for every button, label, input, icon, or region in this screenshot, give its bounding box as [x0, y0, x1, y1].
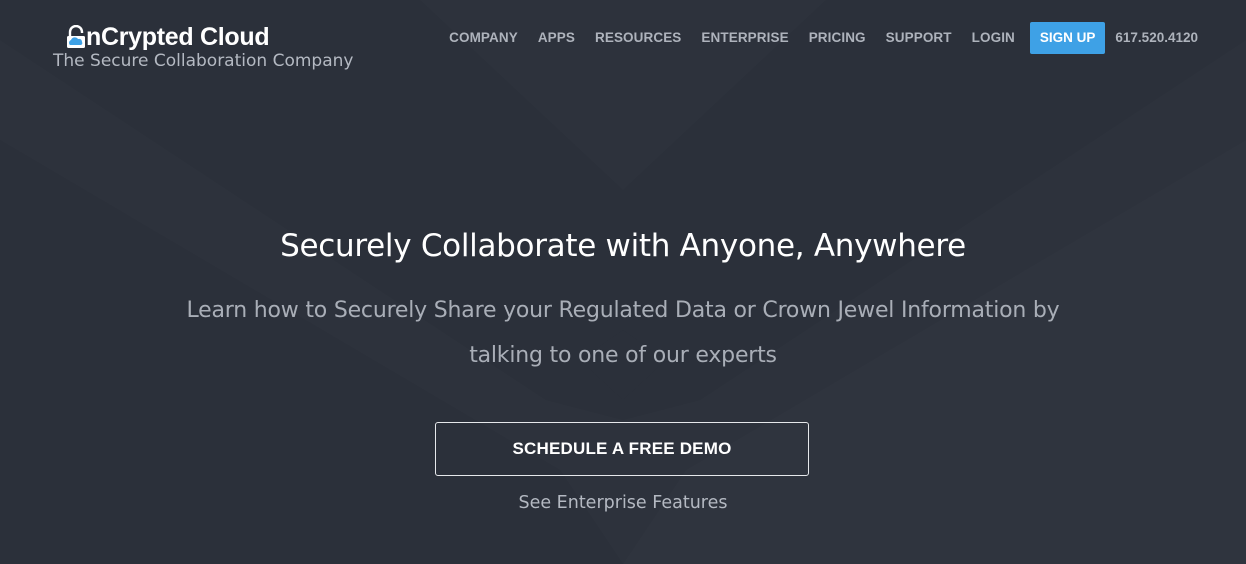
hero-title: Securely Collaborate with Anyone, Anywhe… — [280, 228, 966, 264]
cloud-lock-icon — [67, 25, 85, 48]
site-header: nCrypted Cloud The Secure Collaboration … — [0, 0, 1246, 90]
enterprise-features-link[interactable]: See Enterprise Features — [0, 490, 1246, 516]
nav-support[interactable]: SUPPORT — [886, 22, 952, 54]
nav-login[interactable]: LOGIN — [972, 22, 1015, 54]
nav-pricing[interactable]: PRICING — [809, 22, 866, 54]
signup-button[interactable]: SIGN UP — [1029, 22, 1106, 54]
brand-logo[interactable]: nCrypted Cloud — [66, 22, 270, 52]
nav-company[interactable]: COMPANY — [449, 22, 518, 54]
main-nav: COMPANY APPS RESOURCES ENTERPRISE PRICIN… — [449, 22, 1198, 54]
nav-apps[interactable]: APPS — [538, 22, 575, 54]
nav-enterprise[interactable]: ENTERPRISE — [701, 22, 788, 54]
brand-name: nCrypted Cloud — [86, 23, 270, 51]
hero-subtitle: Learn how to Securely Share your Regulat… — [186, 298, 1060, 368]
phone-number[interactable]: 617.520.4120 — [1115, 22, 1198, 54]
schedule-demo-button[interactable]: SCHEDULE A FREE DEMO — [435, 422, 809, 476]
brand-tagline: The Secure Collaboration Company — [53, 51, 354, 71]
nav-resources[interactable]: RESOURCES — [595, 22, 681, 54]
